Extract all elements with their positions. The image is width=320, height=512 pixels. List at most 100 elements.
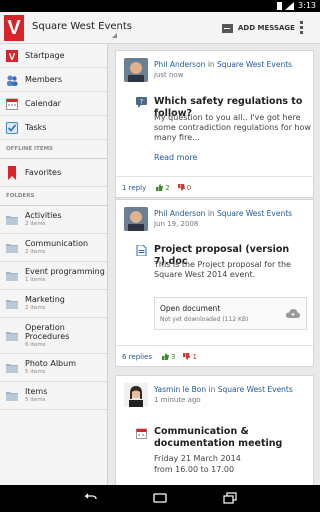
post-footer: 6 replies 3 1: [116, 345, 315, 367]
calendar-icon: [136, 428, 147, 439]
group-selector[interactable]: Square West Events: [32, 21, 132, 32]
sidebar-item-members[interactable]: Members: [0, 68, 107, 92]
dislike-count: 1: [192, 352, 197, 361]
author-line: Phil Anderson in Square West Events: [154, 209, 292, 218]
action-bar: V Square West Events ADD MESSAGE: [0, 12, 320, 44]
post-card[interactable]: Phil Anderson in Square West Events just…: [115, 50, 315, 198]
folder-item[interactable]: Event programming 1 items: [0, 262, 107, 290]
open-document-label: Open document: [160, 304, 221, 313]
event-date: Friday 21 March 2014: [154, 454, 241, 463]
author-line: Yasmin le Bon in Square West Events: [154, 385, 293, 394]
svg-text:?: ?: [140, 98, 143, 106]
question-icon: ?: [136, 97, 147, 108]
folder-name: Photo Album: [25, 359, 76, 368]
folder-icon: [6, 331, 18, 341]
in-word: in: [207, 209, 215, 218]
dropdown-indicator-icon: [112, 33, 117, 38]
home-icon[interactable]: [152, 492, 168, 504]
sidebar-item-label: Tasks: [25, 123, 47, 132]
offline-items-header: OFFLINE ITEMS: [0, 140, 107, 159]
message-feed: Phil Anderson in Square West Events just…: [109, 44, 320, 485]
sidebar-item-startpage[interactable]: V Startpage: [0, 44, 107, 68]
signal-icon: [285, 2, 294, 10]
avatar: [124, 383, 148, 407]
folder-item[interactable]: Marketing 2 items: [0, 290, 107, 318]
author-link[interactable]: Yasmin le Bon: [154, 385, 206, 394]
post-footer: 1 reply 2 0: [116, 176, 315, 198]
folder-item[interactable]: Operation Procedures 6 items: [0, 318, 107, 354]
dislike-button[interactable]: 1: [183, 352, 197, 361]
thumbs-up-icon: [156, 183, 164, 191]
like-count: 3: [171, 352, 176, 361]
folder-icon: [6, 243, 18, 253]
open-document-button[interactable]: Open document Not yet downloaded (112 KB…: [154, 297, 307, 330]
add-message-button[interactable]: ADD MESSAGE: [222, 20, 295, 36]
folder-item[interactable]: Communication 2 items: [0, 234, 107, 262]
avatar: [124, 207, 148, 231]
group-link[interactable]: Square West Events: [218, 385, 293, 394]
back-icon[interactable]: [82, 492, 98, 504]
folder-name: Items: [25, 387, 48, 396]
post-title[interactable]: Communication & documentation meeting: [154, 426, 304, 450]
folder-count: 2 items: [25, 221, 46, 227]
post-body: This is the Project proposal for the Squ…: [154, 260, 291, 279]
folder-count: 5 items: [25, 397, 46, 403]
folder-count: 2 items: [25, 305, 46, 311]
folder-count: 2 items: [25, 249, 46, 255]
post-card[interactable]: Phil Anderson in Square West Events Jun …: [115, 199, 315, 367]
folder-count: 6 items: [25, 341, 46, 348]
cloud-download-icon: [286, 309, 300, 318]
folder-name: Event programming: [25, 267, 105, 276]
sidebar-item-label: Calendar: [25, 99, 61, 108]
folder-item[interactable]: Photo Album 5 items: [0, 354, 107, 382]
folder-item[interactable]: Items 5 items: [0, 382, 107, 410]
author-line: Phil Anderson in Square West Events: [154, 60, 292, 69]
recent-apps-icon[interactable]: [222, 492, 238, 504]
bookmark-icon: [8, 165, 16, 180]
overflow-menu-icon[interactable]: [298, 21, 304, 35]
group-link[interactable]: Square West Events: [217, 209, 292, 218]
sidebar: V Startpage Members Calendar Tasks OFFLI…: [0, 44, 108, 485]
sidebar-item-calendar[interactable]: Calendar: [0, 92, 107, 116]
folder-icon: [6, 391, 18, 401]
sidebar-item-label: Startpage: [25, 51, 65, 60]
sidebar-item-label: Members: [25, 75, 63, 84]
in-word: in: [208, 385, 216, 394]
app-logo[interactable]: V: [4, 15, 24, 41]
status-bar: 3:13: [0, 0, 320, 12]
read-more-link[interactable]: Read more: [154, 153, 197, 162]
avatar: [124, 58, 148, 82]
folder-name: Operation Procedures: [25, 322, 70, 341]
folder-icon: [6, 299, 18, 309]
add-message-label: ADD MESSAGE: [238, 24, 295, 32]
folder-count: 1 items: [25, 277, 46, 283]
folder-item[interactable]: Activities 2 items: [0, 206, 107, 234]
document-icon: [136, 245, 147, 256]
folder-name: Communication: [25, 239, 89, 248]
add-message-icon: [222, 23, 233, 33]
folder-count: 5 items: [25, 369, 46, 375]
like-button[interactable]: 2: [156, 183, 170, 192]
like-button[interactable]: 3: [162, 352, 176, 361]
sidebar-item-favorites[interactable]: Favorites: [0, 159, 107, 187]
folder-icon: [6, 271, 18, 281]
group-link[interactable]: Square West Events: [217, 60, 292, 69]
members-icon: [7, 75, 18, 86]
folders-header: FOLDERS: [0, 187, 107, 206]
folder-icon: [6, 215, 18, 225]
calendar-icon: [6, 98, 18, 110]
post-card[interactable]: Yasmin le Bon in Square West Events 1 mi…: [115, 375, 314, 485]
post-date: just now: [154, 71, 184, 79]
author-link[interactable]: Phil Anderson: [154, 209, 205, 218]
author-link[interactable]: Phil Anderson: [154, 60, 205, 69]
event-time: from 16.00 to 17.00: [154, 465, 235, 474]
replies-link[interactable]: 1 reply: [122, 184, 146, 192]
dislike-button[interactable]: 0: [177, 183, 191, 192]
folder-icon: [6, 363, 18, 373]
sidebar-item-tasks[interactable]: Tasks: [0, 116, 107, 140]
replies-link[interactable]: 6 replies: [122, 353, 152, 361]
tasks-icon: [6, 121, 18, 134]
clock: 3:13: [298, 1, 316, 10]
post-body: My question to you all.. I've got here s…: [154, 113, 311, 142]
sidebar-item-label: Favorites: [25, 168, 62, 177]
